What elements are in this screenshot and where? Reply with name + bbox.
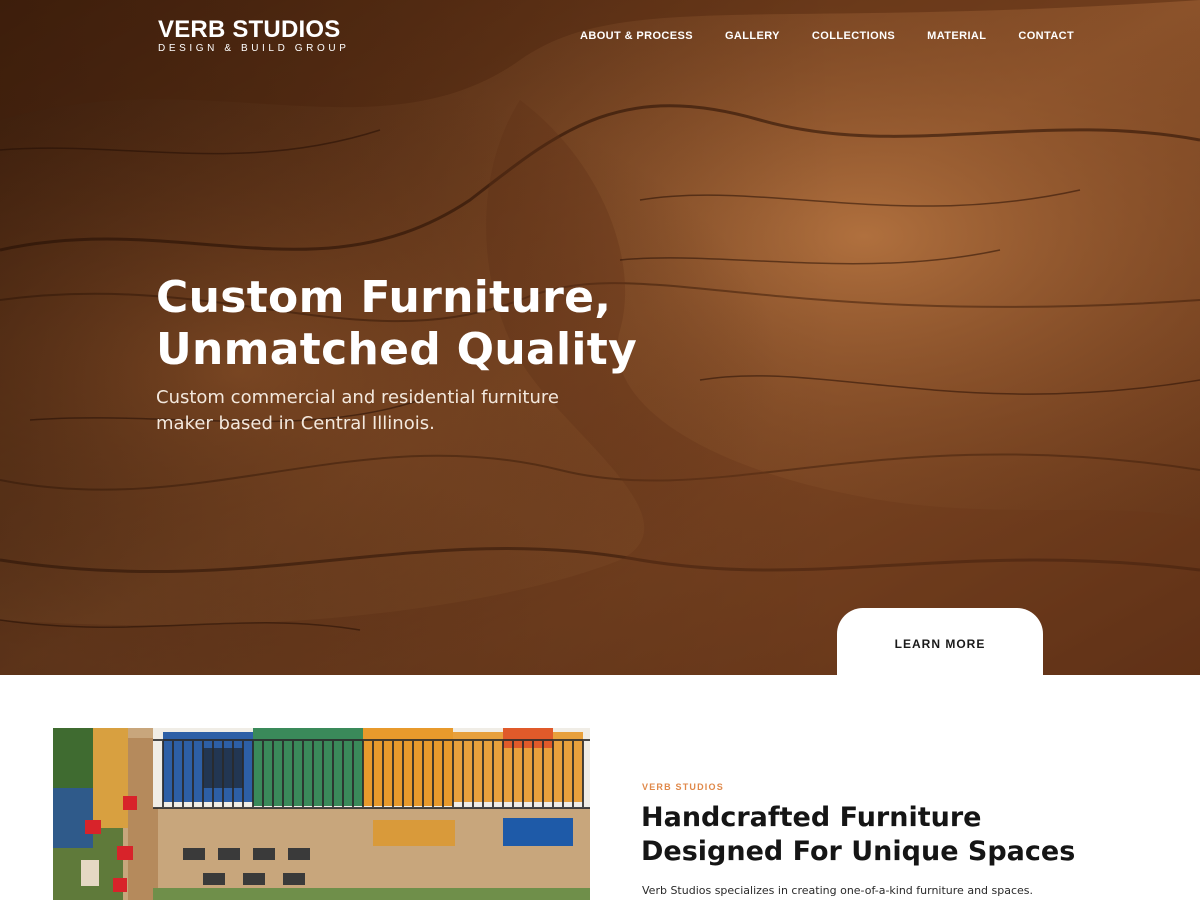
learn-more-label: LEARN MORE	[894, 636, 986, 651]
nav-about-process[interactable]: ABOUT & PROCESS	[580, 30, 693, 42]
nav-collections[interactable]: COLLECTIONS	[812, 30, 895, 42]
section-title-line2: Designed For Unique Spaces	[641, 836, 1076, 867]
section-title: Handcrafted Furniture Designed For Uniqu…	[641, 801, 1081, 869]
section-kicker: VERB STUDIOS	[642, 782, 724, 792]
brand-logo[interactable]: VERB STUDIOS DESIGN & BUILD GROUP	[158, 16, 350, 55]
section-title-line1: Handcrafted Furniture	[641, 802, 982, 833]
project-aerial-image	[53, 728, 590, 900]
featured-project-photo	[53, 728, 590, 900]
section-description: Verb Studios specializes in creating one…	[642, 884, 1034, 897]
main-nav: ABOUT & PROCESS GALLERY COLLECTIONS MATE…	[580, 30, 1074, 42]
hero-title: Custom Furniture, Unmatched Quality	[156, 272, 716, 376]
learn-more-button[interactable]: LEARN MORE	[837, 608, 1043, 675]
brand-tagline: DESIGN & BUILD GROUP	[158, 43, 350, 54]
hero-title-line1: Custom Furniture,	[156, 272, 612, 323]
nav-contact[interactable]: CONTACT	[1018, 30, 1074, 42]
hero-title-line2: Unmatched Quality	[156, 324, 638, 375]
nav-gallery[interactable]: GALLERY	[725, 30, 780, 42]
brand-name: VERB STUDIOS	[158, 16, 341, 43]
nav-material[interactable]: MATERIAL	[927, 30, 986, 42]
hero-section: VERB STUDIOS DESIGN & BUILD GROUP ABOUT …	[0, 0, 1200, 675]
hero-subtitle: Custom commercial and residential furnit…	[156, 387, 559, 434]
